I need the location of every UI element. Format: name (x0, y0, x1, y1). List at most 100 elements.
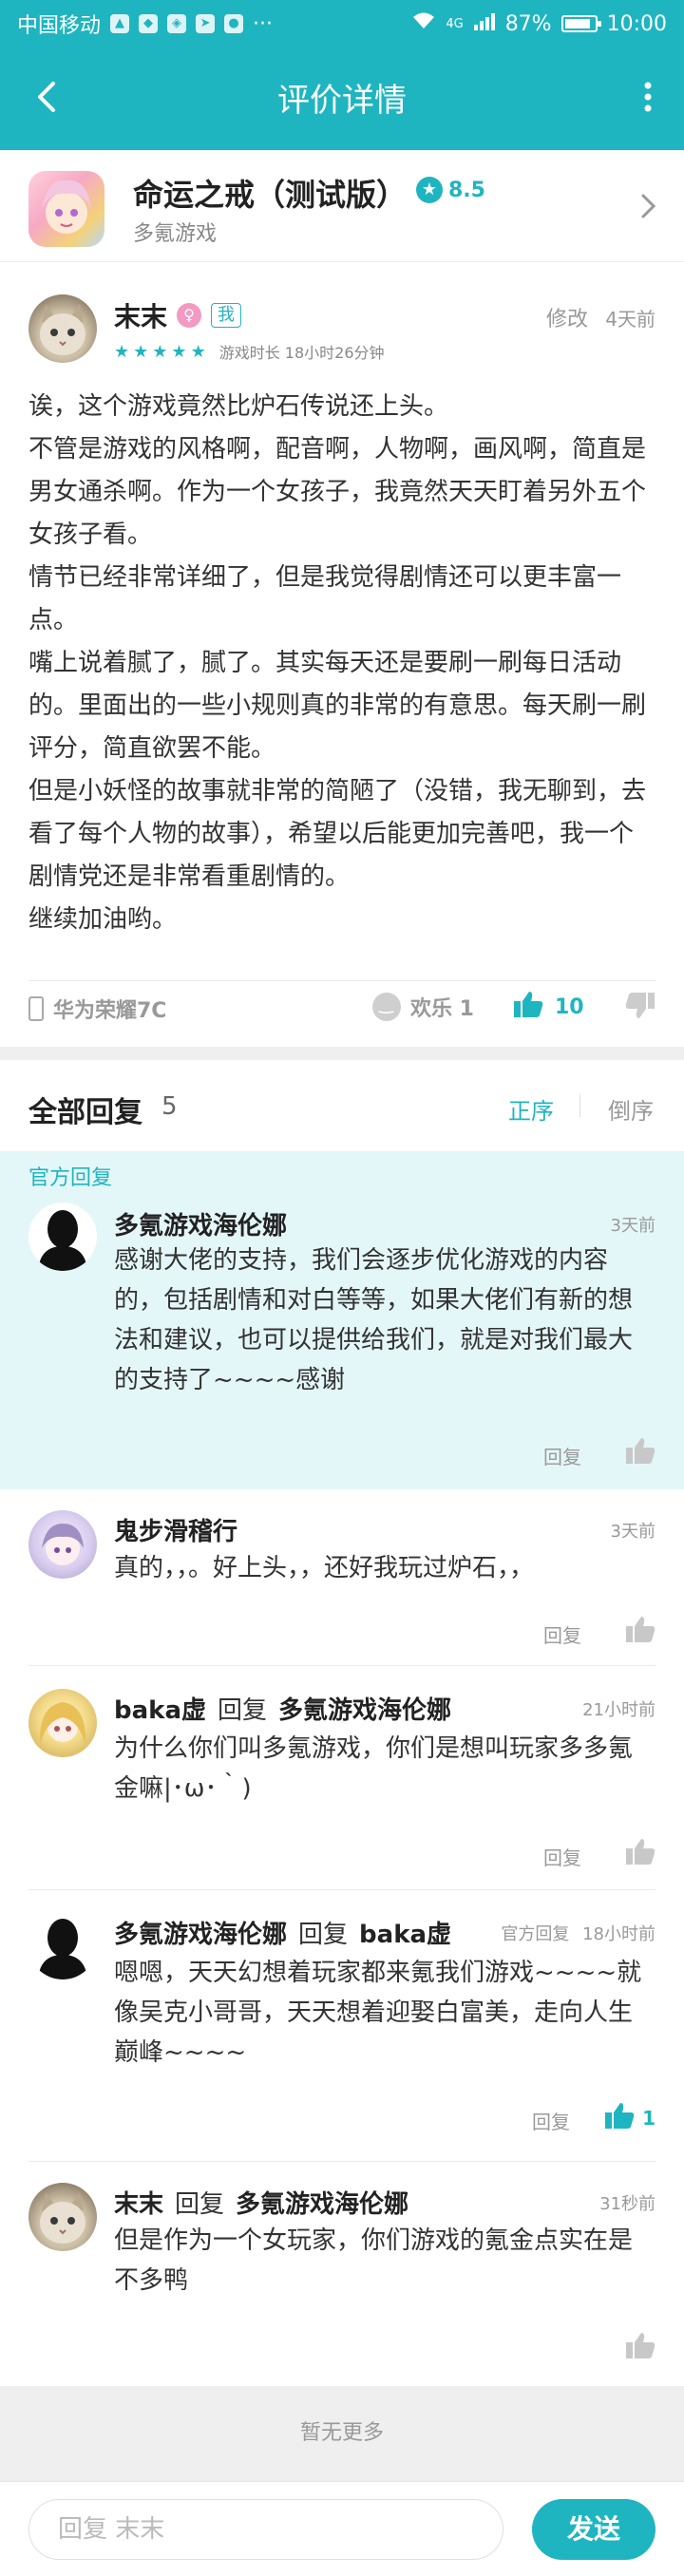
avatar[interactable] (28, 1689, 97, 1757)
game-score-value: 8.5 (448, 178, 485, 202)
avatar[interactable] (28, 1510, 97, 1579)
divider (28, 980, 656, 981)
reply-text: 感谢大佬的支持，我们会逐步优化游戏的内容的，包括剧情和对白等等，如果大佬们有新的… (114, 1246, 634, 1394)
carrier-name: 中国移动 (17, 14, 102, 38)
page-title: 评价详情 (277, 82, 407, 120)
device-info: 华为荣耀7C (28, 994, 166, 1024)
star-icon: ★ (190, 341, 206, 362)
reply-text: 为什么你们叫多氪游戏，你们是想叫玩家多多氪金嘛|･ω･｀) (114, 1734, 634, 1803)
review-time: 4天前 (605, 308, 656, 331)
reply-input[interactable] (28, 2499, 504, 2560)
review-author: 末末 ♀ 我 (114, 296, 242, 334)
me-tag: 我 (211, 303, 242, 328)
review-author-name[interactable]: 末末 (114, 296, 167, 334)
app-header: 评价详情 (0, 47, 684, 150)
reply-author-line: 末末 回复 多氪游戏海伦娜 (114, 2185, 408, 2220)
replies-title: 全部回复 (28, 1096, 142, 1129)
more-vertical-icon[interactable] (640, 76, 656, 118)
phone-icon (28, 996, 44, 1021)
reply-text: 真的，，。好上头，，还好我玩过炉石，， (114, 1554, 535, 1582)
sort-ascending-tab[interactable]: 正序 (508, 1092, 554, 1126)
review-paragraph: 诶，这个游戏竟然比炉石传说还上头。 (28, 392, 449, 421)
reply-author[interactable]: 多氪游戏海伦娜 (114, 1915, 287, 1950)
notification-game-icon: ● (224, 14, 244, 33)
reply-button[interactable]: 回复 (532, 2107, 570, 2134)
reply-text: 嗯嗯，天天幻想着玩家都来氪我们游戏~~~~就像吴克小哥哥，天天想着迎娶白富美，走… (114, 1959, 642, 2067)
avatar[interactable] (28, 1203, 97, 1271)
reply-item: baka虚 回复 多氪游戏海伦娜 21小时前 为什么你们叫多氪游戏，你们是想叫玩… (0, 1666, 684, 1890)
thumbs-up-icon (513, 990, 543, 1024)
send-button[interactable]: 发送 (532, 2499, 656, 2560)
notification-app-icon: ◆ (139, 14, 159, 33)
chevron-right-icon[interactable] (636, 192, 659, 220)
smile-icon (372, 993, 401, 1021)
reply-item: 多氪游戏海伦娜 回复 baka虚 官方回复 18小时前 嗯嗯，天天幻想着玩家都来… (0, 1890, 684, 2162)
reply-text: 但是作为一个女玩家，你们游戏的氪金点实在是不多鸭 (114, 2226, 634, 2295)
avatar[interactable] (28, 2183, 97, 2251)
reply-target[interactable]: 多氪游戏海伦娜 (278, 1691, 451, 1726)
game-icon (28, 171, 104, 247)
clock: 10:00 (606, 11, 667, 36)
female-icon: ♀ (177, 303, 202, 328)
like-count: 1 (642, 2106, 656, 2130)
avatar[interactable] (28, 294, 97, 363)
reply-target[interactable]: baka虚 (359, 1915, 451, 1950)
game-score: ★ 8.5 (416, 177, 485, 203)
game-name: 命运之戒（测试版） (133, 177, 408, 213)
reply-time: 3天前 (610, 1522, 656, 1542)
reply-button[interactable]: 回复 (543, 1843, 581, 1870)
like-count: 10 (555, 994, 584, 1019)
thumbs-up-icon[interactable] (625, 1436, 656, 1468)
reply-item: 鬼步滑稽行 3天前 真的，，。好上头，，还好我玩过炉石，， 回复 (0, 1489, 684, 1666)
sort-descending-tab[interactable]: 倒序 (608, 1092, 654, 1126)
review-body: 诶，这个游戏竟然比炉石传说还上头。 不管是游戏的风格啊，配音啊，人物啊，画风啊，… (28, 386, 656, 941)
reply-author[interactable]: 末末 (114, 2185, 163, 2220)
reply-time: 3天前 (610, 1216, 656, 1236)
battery-icon (560, 15, 601, 32)
reply-to-label: 回复 (175, 2190, 225, 2219)
review-paragraph: 但是小妖怪的故事就非常的简陋了（没错，我无聊到，去看了每个人物的故事），希望以后… (28, 777, 647, 891)
review-rating: ★ ★ ★ ★ ★ 游戏时长 18小时26分钟 (114, 340, 385, 363)
reply-author-line: 多氪游戏海伦娜 回复 baka虚 (114, 1915, 451, 1950)
review-paragraph: 情节已经非常详细了，但是我觉得剧情还可以更丰富一点。 (28, 563, 622, 635)
reply-author[interactable]: baka虚 (114, 1691, 206, 1726)
official-reply: 官方回复 多氪游戏海伦娜 3天前 感谢大佬的支持，我们会逐步优化游戏的内容的，包… (0, 1151, 684, 1489)
notification-more-icon: ··· (253, 11, 273, 36)
notification-chart-icon: ▲ (110, 14, 130, 33)
reply-button[interactable]: 回复 (543, 1442, 581, 1469)
official-reply-tag: 官方回复 (28, 1166, 113, 1190)
reply-time: 21小时前 (582, 1700, 656, 1720)
notification-shield-icon: ◈ (167, 14, 187, 33)
review-paragraph: 嘴上说着腻了，腻了。其实每天还是要刷一刷每日活动的。里面出的一些小规则真的非常的… (28, 649, 647, 763)
avatar[interactable] (28, 1911, 97, 1979)
reply-target[interactable]: 多氪游戏海伦娜 (236, 2185, 408, 2220)
game-info-row[interactable]: 命运之戒（测试版） ★ 8.5 多氪游戏 (0, 150, 684, 262)
network-type: 4G (446, 16, 464, 31)
star-icon: ★ (152, 341, 168, 362)
reply-time: 31秒前 (599, 2194, 656, 2214)
star-icon: ★ (171, 341, 187, 362)
thumbs-down-icon[interactable] (625, 992, 656, 1024)
star-icon: ★ (114, 341, 130, 362)
reply-time-group: 官方回复 18小时前 (501, 1921, 656, 1945)
reply-to-label: 回复 (298, 1921, 349, 1949)
section-divider (0, 1047, 684, 1060)
like-button[interactable]: 10 (513, 990, 584, 1024)
reply-author[interactable]: 鬼步滑稽行 (114, 1512, 238, 1547)
thumbs-up-icon[interactable] (625, 1837, 656, 1869)
wifi-icon (411, 11, 436, 36)
signal-icon (473, 11, 496, 36)
happy-button[interactable]: 欢乐 1 (372, 992, 474, 1022)
reply-author[interactable]: 多氪游戏海伦娜 (114, 1206, 287, 1241)
status-bar: 中国移动 ▲ ◆ ◈ ➤ ● ··· 4G 87% 10:00 (0, 0, 684, 47)
reply-composer: 发送 (0, 2481, 684, 2576)
reply-item: 末末 回复 多氪游戏海伦娜 31秒前 但是作为一个女玩家，你们游戏的氪金点实在是… (0, 2162, 684, 2386)
device-name: 华为荣耀7C (53, 999, 167, 1023)
reply-button[interactable]: 回复 (543, 1620, 581, 1648)
edit-button[interactable]: 修改 (546, 302, 588, 332)
thumbs-up-icon[interactable] (625, 2331, 656, 2363)
replies-count: 5 (162, 1092, 178, 1121)
review-footer: 华为荣耀7C 欢乐 1 10 (0, 980, 684, 1037)
thumbs-up-icon[interactable] (625, 1615, 656, 1647)
like-button[interactable]: 1 (604, 2101, 656, 2134)
